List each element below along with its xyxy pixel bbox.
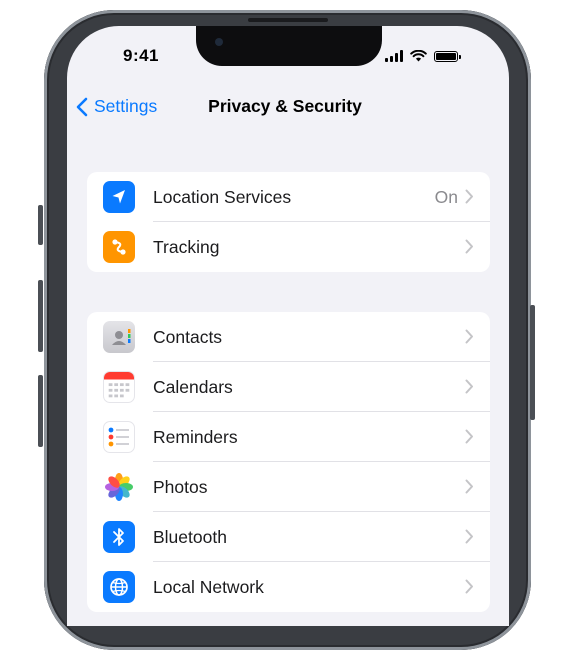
row-local-network[interactable]: Local Network <box>87 562 490 612</box>
row-contacts[interactable]: Contacts <box>87 312 490 362</box>
row-label: Bluetooth <box>153 526 227 547</box>
row-photos[interactable]: Photos <box>87 462 490 512</box>
contacts-icon <box>103 321 135 353</box>
row-calendars[interactable]: Calendars <box>87 362 490 412</box>
row-bluetooth[interactable]: Bluetooth <box>87 512 490 562</box>
calendar-icon <box>103 371 135 403</box>
settings-group: Location Services On Tracking <box>87 172 490 272</box>
chevron-right-icon <box>465 189 473 204</box>
globe-icon <box>103 571 135 603</box>
chevron-right-icon <box>465 529 473 544</box>
row-label: Photos <box>153 476 208 497</box>
chevron-right-icon <box>465 379 473 394</box>
status-icons <box>385 50 461 62</box>
cellular-signal-icon <box>385 50 403 62</box>
row-label: Contacts <box>153 326 223 347</box>
settings-group: Contacts Calendars Reminders Photos Blue… <box>87 312 490 612</box>
volume-up-button <box>38 280 43 352</box>
row-reminders[interactable]: Reminders <box>87 412 490 462</box>
location-arrow-icon <box>103 181 135 213</box>
row-label: Location Services <box>153 186 292 207</box>
page-title: Privacy & Security <box>208 96 362 116</box>
tracking-icon <box>103 231 135 263</box>
row-label: Reminders <box>153 426 238 447</box>
reminders-icon <box>103 421 135 453</box>
battery-icon <box>434 50 461 62</box>
row-label: Local Network <box>153 576 264 597</box>
row-label: Tracking <box>153 236 220 257</box>
row-value: On <box>434 186 458 207</box>
photos-icon <box>103 471 135 503</box>
wifi-icon <box>410 50 427 62</box>
chevron-right-icon <box>465 479 473 494</box>
power-button <box>530 305 535 420</box>
notch <box>196 26 382 66</box>
chevron-left-icon <box>76 97 88 116</box>
front-camera <box>215 38 223 46</box>
chevron-right-icon <box>465 329 473 344</box>
chevron-right-icon <box>465 429 473 444</box>
volume-down-button <box>38 375 43 447</box>
status-time: 9:41 <box>122 46 160 65</box>
bluetooth-icon <box>103 521 135 553</box>
back-button[interactable]: Settings <box>76 96 157 117</box>
speaker <box>248 18 328 22</box>
back-button-label: Settings <box>94 96 158 116</box>
silent-switch <box>38 205 43 245</box>
row-location-services[interactable]: Location Services On <box>87 172 490 222</box>
chevron-right-icon <box>465 239 473 254</box>
chevron-right-icon <box>465 579 473 594</box>
row-tracking[interactable]: Tracking <box>87 222 490 272</box>
row-label: Calendars <box>153 376 233 397</box>
